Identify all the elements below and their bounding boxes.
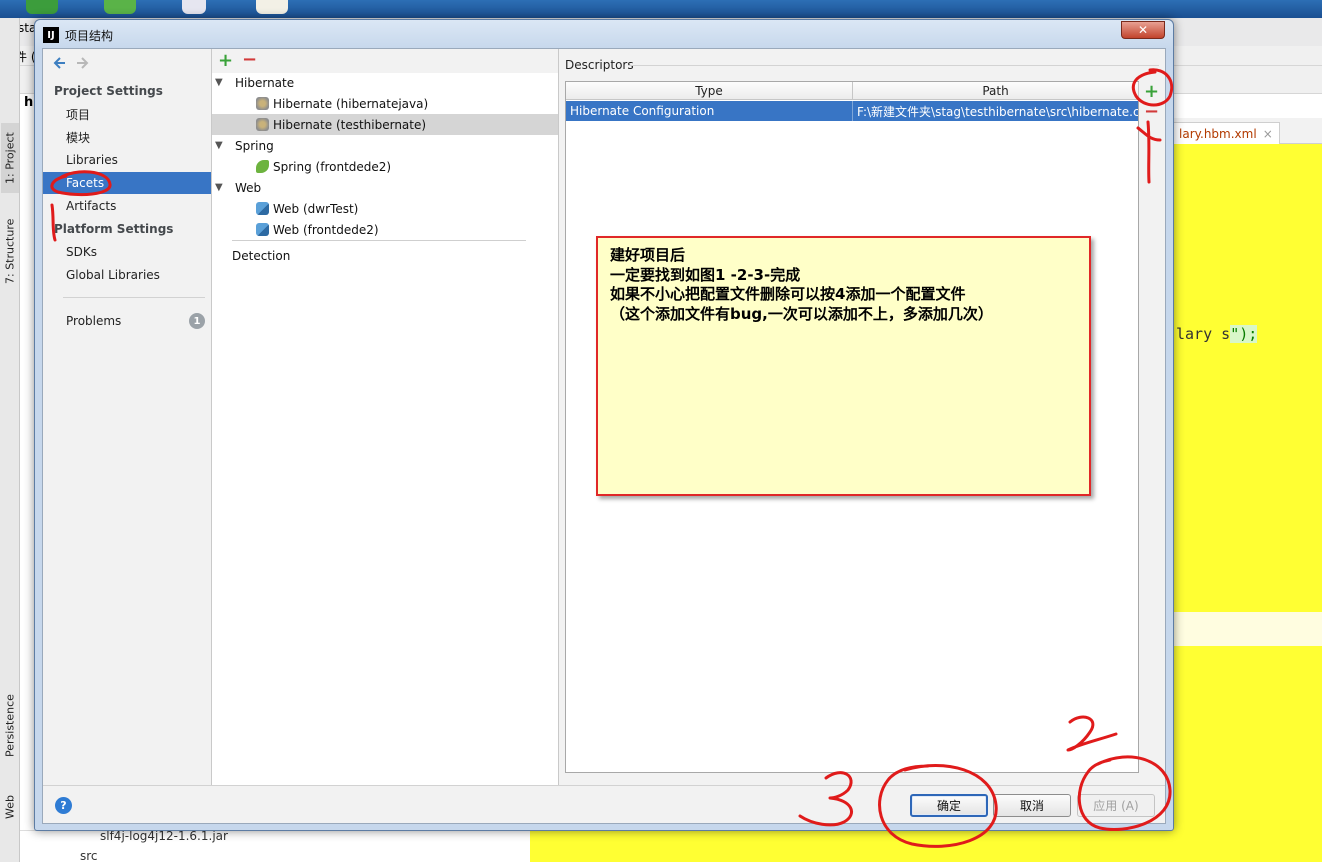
- nav-item-modules[interactable]: 模块: [43, 126, 211, 148]
- tab-persistence[interactable]: Persistence: [1, 686, 19, 766]
- apply-button[interactable]: 应用 (A): [1077, 794, 1155, 817]
- chevron-down-icon[interactable]: ▼: [215, 77, 223, 88]
- chevron-down-icon[interactable]: ▼: [215, 140, 223, 151]
- ide-tool-window-strip: 1: Project 7: Structure Persistence Web: [0, 18, 20, 862]
- tree-item-web-frontdede2[interactable]: Web (frontdede2): [212, 219, 558, 240]
- note-line: 如果不小心把配置文件删除可以按4添加一个配置文件: [610, 285, 966, 303]
- hibernate-icon: [256, 97, 269, 110]
- hibernate-icon: [256, 118, 269, 131]
- document-app-icon[interactable]: [182, 0, 206, 14]
- dialog-titlebar[interactable]: IJ 项目结构 ✕: [35, 20, 1173, 48]
- nav-item-artifacts[interactable]: Artifacts: [43, 195, 211, 217]
- platform-settings-header: Platform Settings: [54, 222, 174, 236]
- tree-item-hibernate-hibernatejava[interactable]: Hibernate (hibernatejava): [212, 93, 558, 114]
- folder-app-icon[interactable]: [256, 0, 288, 14]
- code-editor[interactable]: [1172, 144, 1322, 862]
- nav-item-sdks[interactable]: SDKs: [43, 241, 211, 263]
- editor-tab[interactable]: lary.hbm.xml ×: [1172, 122, 1280, 144]
- remove-facet-button[interactable]: −: [242, 49, 257, 70]
- descriptors-side-toolbar: + −: [1139, 81, 1163, 773]
- tree-folder-src[interactable]: src: [80, 849, 98, 862]
- os-taskbar: [0, 0, 1322, 18]
- code-string-end: ");: [1230, 325, 1258, 343]
- tree-file-jar[interactable]: slf4j-log4j12-1.6.1.jar: [100, 829, 228, 843]
- tree-group-label: Hibernate: [235, 75, 295, 90]
- spring-leaf-icon: [256, 160, 269, 173]
- close-icon: ✕: [1137, 23, 1149, 37]
- tree-item-hibernate-testhibernate[interactable]: Hibernate (testhibernate): [212, 114, 558, 135]
- forward-arrow-icon[interactable]: [75, 55, 91, 71]
- back-arrow-icon[interactable]: [51, 55, 67, 71]
- facets-toolbar: + −: [212, 49, 558, 73]
- ok-button[interactable]: 确定: [910, 794, 988, 817]
- note-line: （这个添加文件有bug,一次可以添加不上，多添加几次）: [610, 304, 993, 323]
- add-descriptor-button[interactable]: +: [1144, 81, 1159, 102]
- project-tree: slf4j-log4j12-1.6.1.jar src: [20, 829, 530, 862]
- tab-project[interactable]: 1: Project: [1, 123, 19, 193]
- cancel-button[interactable]: 取消: [993, 794, 1071, 817]
- code-text: lary s: [1176, 325, 1231, 343]
- nav-item-problems[interactable]: Problems: [43, 310, 211, 332]
- note-line: 建好项目后: [610, 246, 686, 264]
- refresh-app-icon[interactable]: [104, 0, 136, 14]
- tree-item-label: Hibernate (hibernatejava): [273, 96, 429, 111]
- add-facet-button[interactable]: +: [218, 50, 233, 71]
- note-line: 一定要找到如图1 -2-3-完成: [610, 265, 801, 284]
- facets-tree-panel: + − ▼ Hibernate Hibernate (hibernatejava…: [212, 49, 559, 785]
- tree-group-label: Spring: [235, 138, 274, 153]
- web-icon: [256, 202, 269, 215]
- tab-structure[interactable]: 7: Structure: [1, 208, 19, 294]
- tree-item-detection[interactable]: Detection: [212, 245, 558, 266]
- tree-group-hibernate[interactable]: ▼ Hibernate: [212, 72, 558, 93]
- dialog-button-bar: ? 确定 取消 应用 (A): [43, 785, 1165, 823]
- settings-nav: Project Settings 项目 模块 Libraries Facets …: [43, 49, 212, 785]
- dialog-title: 项目结构: [65, 29, 114, 43]
- nav-item-global-libraries[interactable]: Global Libraries: [43, 264, 211, 286]
- web-icon: [256, 223, 269, 236]
- column-header-path[interactable]: Path: [853, 82, 1139, 100]
- tree-divider: [232, 240, 526, 241]
- tree-item-label: Spring (frontdede2): [273, 159, 392, 174]
- code-line: lary s");: [1176, 325, 1258, 343]
- tree-item-label: Hibernate (testhibernate): [273, 117, 427, 132]
- column-header-type[interactable]: Type: [566, 82, 853, 100]
- table-cell-path[interactable]: F:\新建文件夹\stag\testhibernate\src\hibernat…: [853, 101, 1138, 121]
- project-name: h: [24, 95, 34, 110]
- annotation-note: 建好项目后 一定要找到如图1 -2-3-完成 如果不小心把配置文件删除可以按4添…: [596, 236, 1091, 496]
- help-icon[interactable]: ?: [55, 797, 72, 814]
- chevron-down-icon[interactable]: ▼: [215, 182, 223, 193]
- tree-group-label: Web: [235, 180, 262, 195]
- editor-tab-label: lary.hbm.xml: [1179, 126, 1257, 141]
- problems-count-badge: 1: [189, 313, 205, 329]
- editor-tab-bar: lary.hbm.xml ×: [1172, 118, 1322, 144]
- nav-item-facets[interactable]: Facets: [43, 172, 211, 194]
- tree-item-label: Web (frontdede2): [273, 222, 379, 237]
- detection-label: Detection: [232, 248, 291, 263]
- remove-descriptor-button[interactable]: −: [1144, 101, 1159, 122]
- editor-current-line: [1172, 612, 1322, 646]
- project-settings-header: Project Settings: [54, 84, 163, 98]
- tree-item-label: Web (dwrTest): [273, 201, 359, 216]
- tree-group-web[interactable]: ▼ Web: [212, 177, 558, 198]
- tree-item-web-dwrtest[interactable]: Web (dwrTest): [212, 198, 558, 219]
- nav-divider: [63, 297, 205, 298]
- code-editor-bottom: [530, 830, 1322, 862]
- descriptors-section-label: Descriptors: [565, 58, 634, 72]
- tree-item-spring-frontdede2[interactable]: Spring (frontdede2): [212, 156, 558, 177]
- intellij-icon: IJ: [43, 27, 59, 43]
- excel-icon[interactable]: [26, 0, 58, 14]
- nav-item-libraries[interactable]: Libraries: [43, 149, 211, 171]
- close-icon[interactable]: ×: [1263, 127, 1273, 141]
- tree-group-spring[interactable]: ▼ Spring: [212, 135, 558, 156]
- close-button[interactable]: ✕: [1121, 21, 1165, 39]
- tab-web[interactable]: Web: [1, 784, 19, 830]
- section-rule: [629, 65, 1159, 66]
- nav-item-project[interactable]: 项目: [43, 103, 211, 125]
- table-cell-type[interactable]: Hibernate Configuration: [566, 101, 853, 121]
